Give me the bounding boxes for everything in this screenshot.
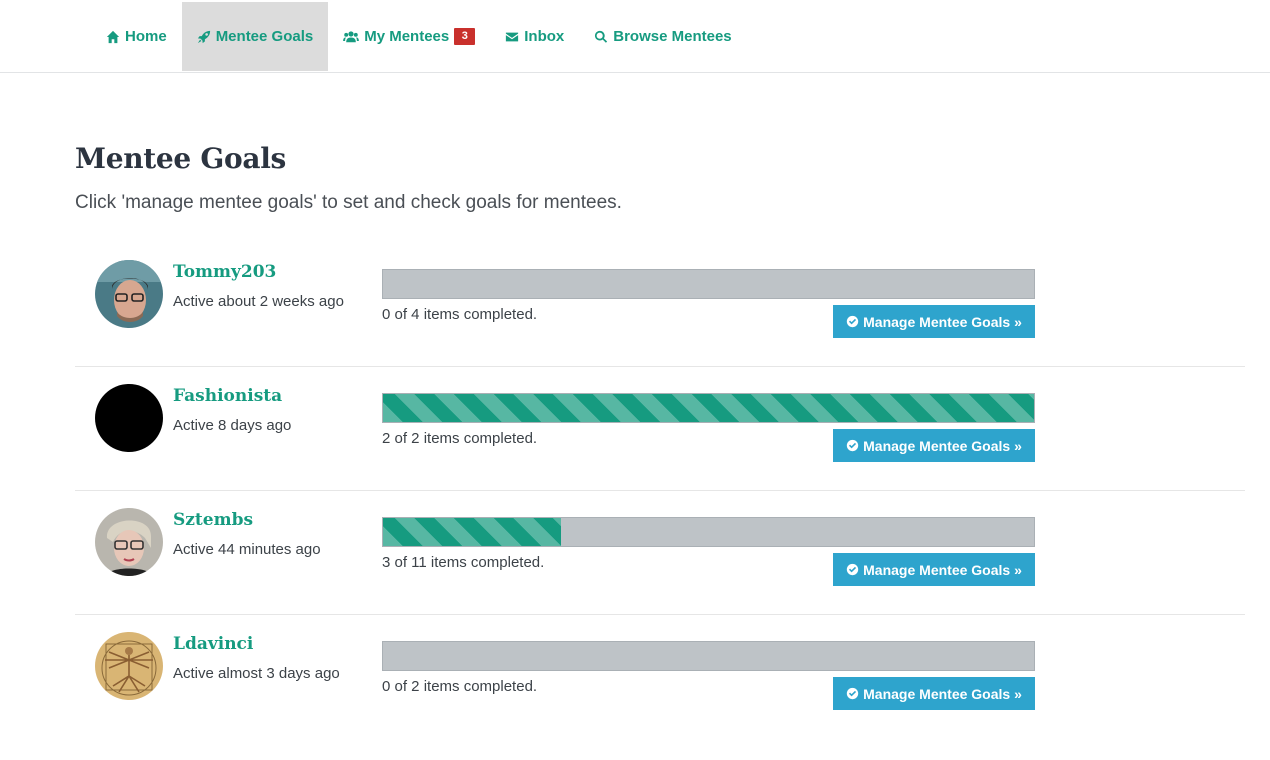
nav-mentee-goals[interactable]: Mentee Goals [181,2,329,71]
envelope-icon [506,32,519,41]
nav-my-mentees-label: My Mentees [364,28,450,45]
goal-progress-bar [382,517,1035,547]
goal-progress-bar [382,269,1035,299]
goal-progress-text: 3 of 11 items completed. [382,554,545,571]
rocket-icon [197,30,210,43]
nav-inbox-label: Inbox [524,28,565,45]
mentee-name-link[interactable]: Fashionista [173,386,282,406]
manage-button-label: Manage Mentee Goals » [863,437,1022,454]
manage-mentee-goals-button[interactable]: Manage Mentee Goals » [833,553,1035,586]
top-navbar: Home Mentee Goals My Mentees 3 Inbox Bro… [0,0,1270,73]
goal-progress-text: 0 of 4 items completed. [382,306,538,323]
goal-progress-fill [383,518,561,546]
goal-progress-fill [383,394,1034,422]
manage-button-label: Manage Mentee Goals » [863,313,1022,330]
avatar [95,632,163,700]
nav-browse-mentees-label: Browse Mentees [613,28,732,45]
avatar [95,260,163,328]
mentee-last-active: Active 44 minutes ago [173,541,321,558]
nav-inbox[interactable]: Inbox [490,2,579,71]
nav-my-mentees[interactable]: My Mentees 3 [328,2,490,71]
mentee-row: Sztembs Active 44 minutes ago 3 of 11 it… [75,491,1245,615]
manage-mentee-goals-button[interactable]: Manage Mentee Goals » [833,305,1035,338]
manage-mentee-goals-button[interactable]: Manage Mentee Goals » [833,677,1035,710]
goal-progress-text: 2 of 2 items completed. [382,430,538,447]
page-subtitle: Click 'manage mentee goals' to set and c… [75,192,622,213]
manage-button-label: Manage Mentee Goals » [863,685,1022,702]
mentee-last-active: Active 8 days ago [173,417,292,434]
nav-list: Home Mentee Goals My Mentees 3 Inbox Bro… [91,2,747,71]
mentee-count-badge: 3 [454,28,476,45]
mentee-row: Fashionista Active 8 days ago 2 of 2 ite… [75,367,1245,491]
avatar [95,384,163,452]
nav-home-label: Home [125,28,167,45]
nav-mentee-goals-label: Mentee Goals [215,28,314,45]
home-icon [106,30,120,43]
avatar [95,508,163,576]
mentee-row: Ldavinci Active almost 3 days ago 0 of 2… [75,615,1245,739]
mentee-name-link[interactable]: Sztembs [173,510,253,530]
page-title: Mentee Goals [75,142,287,175]
nav-browse-mentees[interactable]: Browse Mentees [579,2,746,71]
goal-progress-bar [382,393,1035,423]
avatar-photo-tommy203 [95,260,163,328]
check-circle-icon [846,315,859,328]
mentee-last-active: Active about 2 weeks ago [173,293,344,310]
users-icon [343,30,360,42]
avatar-photo-sztembs [95,508,163,576]
manage-mentee-goals-button[interactable]: Manage Mentee Goals » [833,429,1035,462]
manage-button-label: Manage Mentee Goals » [863,561,1022,578]
avatar-photo-fashionista [95,384,163,452]
goal-progress-text: 0 of 2 items completed. [382,678,538,695]
check-circle-icon [846,563,859,576]
goal-progress-bar [382,641,1035,671]
avatar-photo-ldavinci [95,632,163,700]
check-circle-icon [846,439,859,452]
nav-home[interactable]: Home [91,2,182,71]
search-icon [595,30,608,43]
mentee-name-link[interactable]: Ldavinci [173,634,253,654]
mentee-name-link[interactable]: Tommy203 [173,262,276,282]
mentee-last-active: Active almost 3 days ago [173,665,340,682]
check-circle-icon [846,687,859,700]
mentee-row: Tommy203 Active about 2 weeks ago 0 of 4… [75,243,1245,367]
